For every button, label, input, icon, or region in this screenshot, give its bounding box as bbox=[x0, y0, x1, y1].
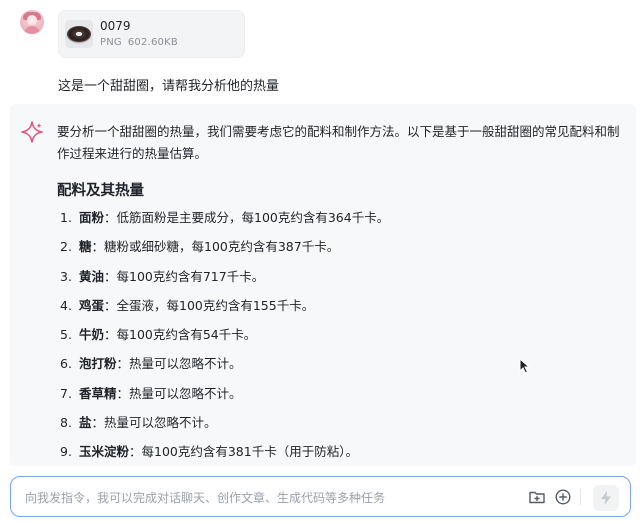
section-heading: 配料及其热量 bbox=[57, 183, 144, 199]
list-item: 2. 糖：糖粉或细砂糖，每100克约含有387千卡。 bbox=[60, 236, 389, 265]
chat-input-bar[interactable]: 向我发指令，我可以完成对话聊天、创作文章、生成代码等多种任务 bbox=[10, 476, 631, 517]
item-text: ：每100克约含有381千卡（用于防粘）。 bbox=[129, 444, 358, 460]
attachment-name: 0079 bbox=[100, 19, 131, 33]
list-number: 1. bbox=[60, 210, 72, 225]
sparkle-icon bbox=[21, 121, 43, 143]
user-avatar[interactable] bbox=[20, 10, 44, 34]
list-item: 5. 牛奶：每100克约含有54千卡。 bbox=[60, 324, 389, 353]
item-text: ：每100克约含有54千卡。 bbox=[104, 327, 257, 343]
item-label: 泡打粉 bbox=[78, 356, 117, 372]
list-item: 4. 鸡蛋：全蛋液，每100克约含有155千卡。 bbox=[60, 295, 389, 324]
attachment-thumbnail bbox=[65, 20, 93, 48]
item-label: 鸡蛋 bbox=[78, 297, 104, 313]
donut-thumbnail-image bbox=[67, 26, 91, 42]
assistant-intro: 要分析一个甜甜圈的热量，我们需要考虑它的配料和制作方法。以下是基于一般甜甜圈的常… bbox=[57, 124, 620, 161]
lightning-icon bbox=[601, 491, 611, 505]
list-number: 8. bbox=[60, 415, 72, 431]
list-item: 3. 黄油：每100克约含有717千卡。 bbox=[60, 266, 389, 295]
attachment-type: PNG bbox=[100, 37, 122, 48]
list-number: 5. bbox=[60, 327, 72, 343]
mouse-cursor-icon bbox=[519, 358, 531, 374]
item-text: ：热量可以忽略不计。 bbox=[116, 356, 242, 372]
item-text: ：低筋面粉是主要成分，每100克约含有364千卡。 bbox=[104, 210, 390, 225]
item-label: 香草精 bbox=[78, 385, 117, 401]
list-item: 6. 泡打粉：热量可以忽略不计。 bbox=[60, 353, 389, 382]
attachment-size: 602.60KB bbox=[127, 37, 178, 48]
avatar-face bbox=[27, 15, 37, 25]
list-item: 8. 盐：热量可以忽略不计。 bbox=[60, 412, 389, 441]
list-item: 1. 面粉：低筋面粉是主要成分，每100克约含有364千卡。 bbox=[60, 207, 389, 236]
assistant-message: 要分析一个甜甜圈的热量，我们需要考虑它的配料和制作方法。以下是基于一般甜甜圈的常… bbox=[10, 104, 636, 466]
attachment-meta: PNG 602.60KB bbox=[100, 37, 184, 48]
item-label: 黄油 bbox=[78, 268, 104, 284]
user-message-text: 这是一个甜甜圈，请帮我分析他的热量 bbox=[58, 79, 280, 94]
avatar-body bbox=[24, 26, 40, 34]
chat-input[interactable]: 向我发指令，我可以完成对话聊天、创作文章、生成代码等多种任务 bbox=[25, 489, 385, 506]
list-number: 4. bbox=[60, 297, 72, 313]
ingredient-list: 1. 面粉：低筋面粉是主要成分，每100克约含有364千卡。 2. 糖：糖粉或细… bbox=[60, 207, 389, 466]
user-message-row: 0079 PNG 602.60KB 这是一个甜甜圈，请帮我分析他的热量 bbox=[0, 0, 640, 100]
list-number: 7. bbox=[60, 385, 72, 401]
attachment-card[interactable]: 0079 PNG 602.60KB bbox=[58, 10, 245, 58]
list-number: 6. bbox=[60, 356, 72, 372]
list-item: 9. 玉米淀粉：每100克约含有381千卡（用于防粘）。 bbox=[60, 441, 389, 466]
list-item: 7. 香草精：热量可以忽略不计。 bbox=[60, 383, 389, 412]
item-text: ：全蛋液，每100克约含有155千卡。 bbox=[104, 297, 315, 313]
toolbar-divider bbox=[580, 489, 581, 505]
list-number: 9. bbox=[60, 444, 72, 460]
item-label: 牛奶 bbox=[78, 327, 104, 343]
item-text: ：热量可以忽略不计。 bbox=[91, 415, 217, 431]
item-label: 面粉 bbox=[78, 210, 104, 225]
item-label: 玉米淀粉 bbox=[78, 444, 129, 460]
plus-circle-icon[interactable] bbox=[554, 488, 572, 506]
item-label: 糖 bbox=[78, 239, 92, 255]
list-number: 2. bbox=[60, 239, 72, 255]
send-button[interactable] bbox=[593, 485, 619, 511]
item-text: ：热量可以忽略不计。 bbox=[116, 385, 242, 401]
list-number: 3. bbox=[60, 268, 72, 284]
item-text: ：糖粉或细砂糖，每100克约含有387千卡。 bbox=[91, 239, 340, 255]
item-label: 盐 bbox=[78, 415, 92, 431]
folder-upload-icon[interactable] bbox=[528, 488, 546, 506]
item-text: ：每100克约含有717千卡。 bbox=[104, 268, 265, 284]
